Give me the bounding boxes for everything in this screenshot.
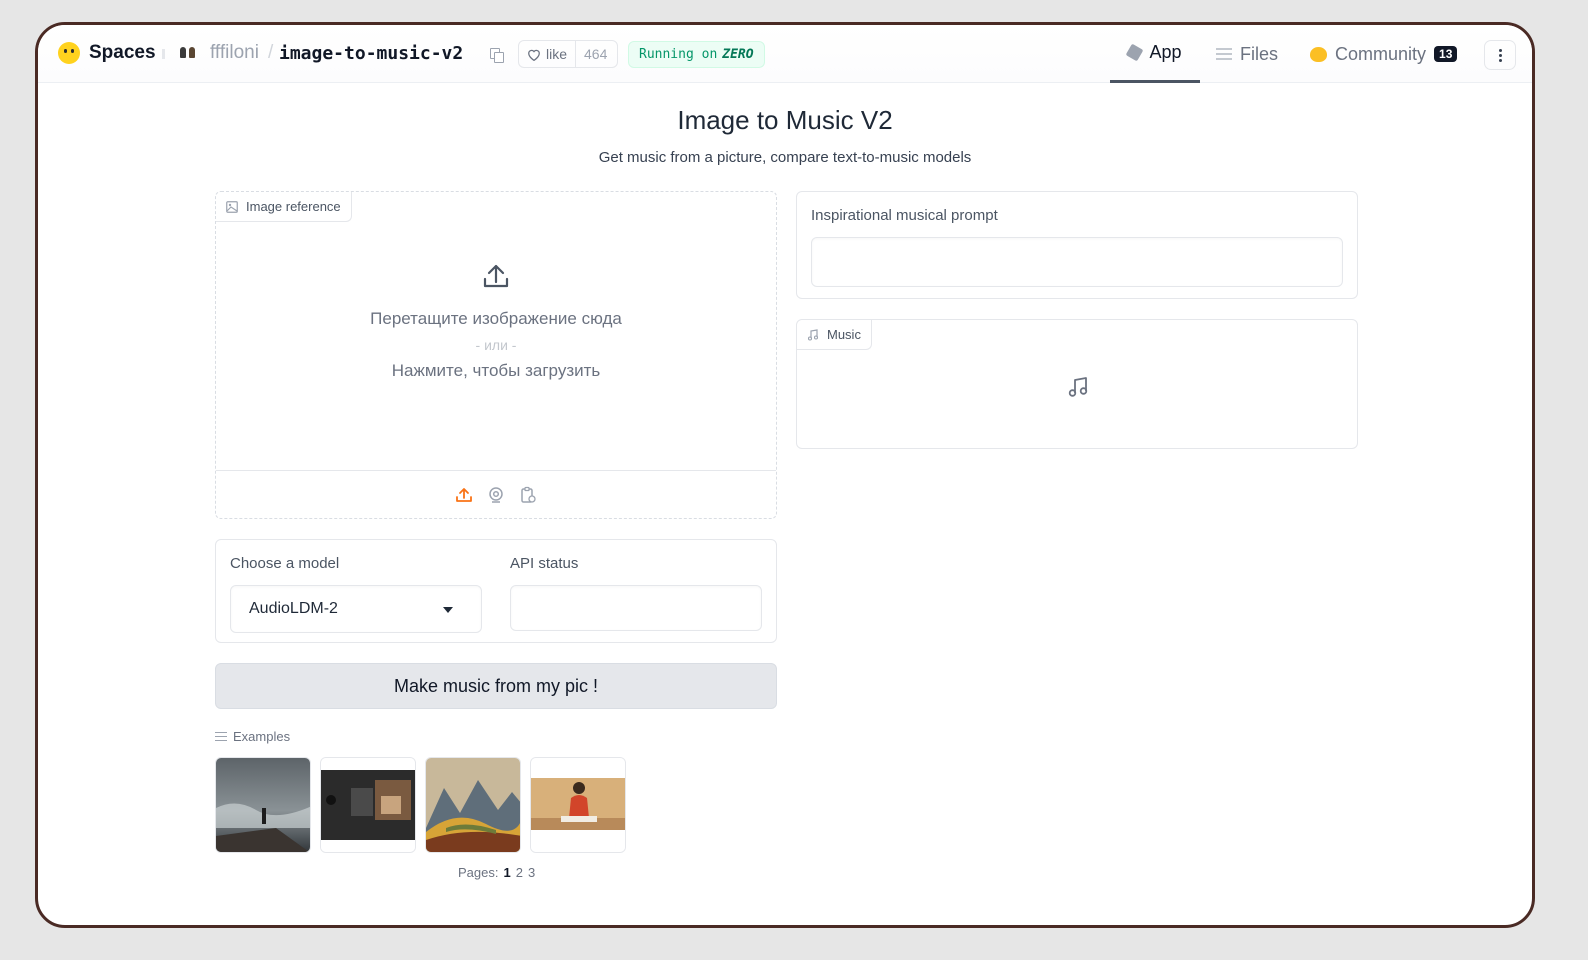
click-to-upload-instruction: Нажмите, чтобы загрузить <box>391 361 601 380</box>
image-drop-zone[interactable]: Перетащите изображение сюда - или - Нажм… <box>216 262 776 381</box>
woman-at-table-image <box>531 758 625 852</box>
cube-icon <box>1126 43 1144 62</box>
painted-hills-image <box>426 758 520 852</box>
like-count: 464 <box>584 46 608 62</box>
community-count-badge: 13 <box>1434 46 1458 62</box>
music-label: Music <box>827 327 861 342</box>
tab-files-label: Files <box>1240 43 1279 64</box>
music-label-chip: Music <box>797 320 872 350</box>
image-reference-input[interactable]: Image reference Перетащите изображение с… <box>215 191 777 519</box>
clipboard-icon[interactable] <box>519 486 537 504</box>
page-link-2[interactable]: 2 <box>516 865 523 880</box>
model-select-label: Choose a model <box>230 555 340 572</box>
examples-label: Examples <box>233 729 291 744</box>
example-thumbnail-vintage-car-interior[interactable] <box>320 757 416 853</box>
example-thumbnail-stormy-sea-cliff[interactable] <box>215 757 311 853</box>
space-header: Spaces fffiloni / image-to-music-v2 like… <box>38 25 1532 83</box>
webcam-icon[interactable] <box>487 486 505 504</box>
musical-prompt-block: Inspirational musical prompt <box>796 191 1358 299</box>
examples-header: Examples <box>215 729 290 744</box>
owner-link[interactable]: fffiloni <box>210 42 259 64</box>
upload-arrow-icon <box>483 264 509 288</box>
drop-instruction: Перетащите изображение сюда <box>370 309 622 328</box>
drop-or-separator: - или - <box>475 337 517 353</box>
image-source-selector <box>216 470 776 518</box>
stormy-sea-image <box>216 758 310 852</box>
pages-label: Pages: <box>458 865 499 880</box>
huggingface-logo-icon <box>58 42 80 64</box>
music-placeholder-icon <box>1068 377 1088 397</box>
image-icon <box>226 200 238 213</box>
musical-prompt-label: Inspirational musical prompt <box>811 207 998 224</box>
list-icon <box>215 732 227 741</box>
like-button[interactable]: like 464 <box>518 40 618 68</box>
image-reference-label: Image reference <box>246 199 341 214</box>
app-title: Image to Music V2 <box>677 105 893 135</box>
music-output: Music <box>796 319 1358 449</box>
tab-community[interactable]: Community 13 <box>1310 25 1458 83</box>
make-music-button[interactable]: Make music from my pic ! <box>215 663 777 709</box>
example-thumbnail-woman-at-table[interactable] <box>530 757 626 853</box>
owner-avatar <box>180 47 195 58</box>
tab-app[interactable]: App <box>1110 25 1200 83</box>
musical-prompt-textbox[interactable] <box>811 237 1343 287</box>
like-label: like <box>546 46 568 62</box>
tab-files[interactable]: Files <box>1216 25 1278 83</box>
tab-app-label: App <box>1149 42 1182 62</box>
chevron-down-icon <box>443 607 453 613</box>
copy-icon[interactable] <box>490 48 504 63</box>
page-link-3[interactable]: 3 <box>528 865 535 880</box>
model-dropdown[interactable]: AudioLDM-2 <box>230 585 482 633</box>
upload-icon[interactable] <box>455 486 473 504</box>
model-dropdown-value: AudioLDM-2 <box>249 600 338 617</box>
runtime-status-badge[interactable]: Running on ZERO <box>628 41 765 68</box>
runtime-prefix: Running on <box>639 47 718 62</box>
example-thumbnail-painted-hills[interactable] <box>425 757 521 853</box>
tab-community-label: Community <box>1335 43 1427 64</box>
files-icon <box>1216 48 1232 60</box>
model-settings-block: Choose a model AudioLDM-2 API status <box>215 539 777 643</box>
path-separator: / <box>268 42 274 63</box>
page-link-1[interactable]: 1 <box>503 865 510 880</box>
header-divider <box>162 49 165 59</box>
repo-name-link[interactable]: image-to-music-v2 <box>279 43 463 64</box>
runtime-hardware: ZERO <box>722 47 754 62</box>
spaces-home-link[interactable]: Spaces <box>58 42 156 64</box>
api-status-label: API status <box>510 555 579 572</box>
api-status-textbox[interactable] <box>510 585 762 631</box>
app-subtitle: Get music from a picture, compare text-t… <box>598 149 972 166</box>
image-reference-label-chip: Image reference <box>216 192 352 222</box>
examples-pagination: Pages: 1 2 3 <box>215 865 777 880</box>
browser-window: Spaces fffiloni / image-to-music-v2 like… <box>35 22 1535 928</box>
car-interior-image <box>321 758 415 852</box>
more-options-button[interactable] <box>1484 40 1516 70</box>
spaces-label: Spaces <box>89 42 156 63</box>
community-icon <box>1310 46 1327 62</box>
music-note-small-icon <box>807 328 819 341</box>
heart-icon <box>528 49 540 61</box>
